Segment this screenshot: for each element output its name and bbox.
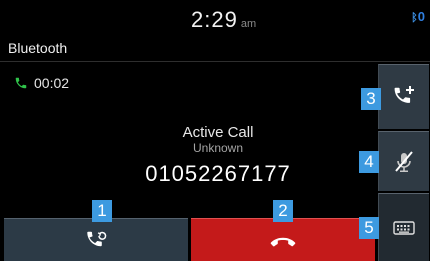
end-call-button[interactable] <box>191 218 375 261</box>
hang-up-icon <box>269 233 297 247</box>
switch-call-button[interactable] <box>4 218 188 261</box>
caller-number: 01052267177 <box>145 161 291 186</box>
phone-swap-icon <box>84 228 108 252</box>
phone-add-icon <box>391 84 417 110</box>
badge-2: 2 <box>273 200 293 222</box>
badge-4: 4 <box>359 151 379 173</box>
bluetooth-count: 0 <box>417 9 425 24</box>
mute-button[interactable] <box>378 131 429 191</box>
phone-active-icon <box>14 76 28 90</box>
keypad-button[interactable] <box>378 193 429 261</box>
bluetooth-icon: ᛒ <box>411 12 418 24</box>
status-bar: 2:29 am ᛒ0 <box>0 0 430 34</box>
mic-mute-icon <box>391 149 417 175</box>
badge-5: 5 <box>359 217 379 239</box>
badge-3: 3 <box>361 88 381 110</box>
call-timer: 00:02 <box>14 75 69 91</box>
call-status: Active Call <box>182 124 254 141</box>
call-info: Active Call Unknown 01052267177 <box>100 124 336 187</box>
page-title: Bluetooth <box>8 40 68 56</box>
call-screen: 2:29 am ᛒ0 Bluetooth 00:02 Active Call Un… <box>0 0 430 261</box>
clock-ampm: am <box>240 18 257 30</box>
clock-time: 2:29 <box>191 7 238 32</box>
bluetooth-status: ᛒ0 <box>411 9 425 24</box>
caller-name: Unknown <box>192 141 244 155</box>
keypad-icon <box>393 219 415 237</box>
clock: 2:29 am <box>191 7 256 33</box>
add-call-button[interactable] <box>378 64 429 129</box>
call-duration: 00:02 <box>34 75 70 91</box>
title-bar: Bluetooth <box>0 34 430 62</box>
badge-1: 1 <box>92 200 112 222</box>
